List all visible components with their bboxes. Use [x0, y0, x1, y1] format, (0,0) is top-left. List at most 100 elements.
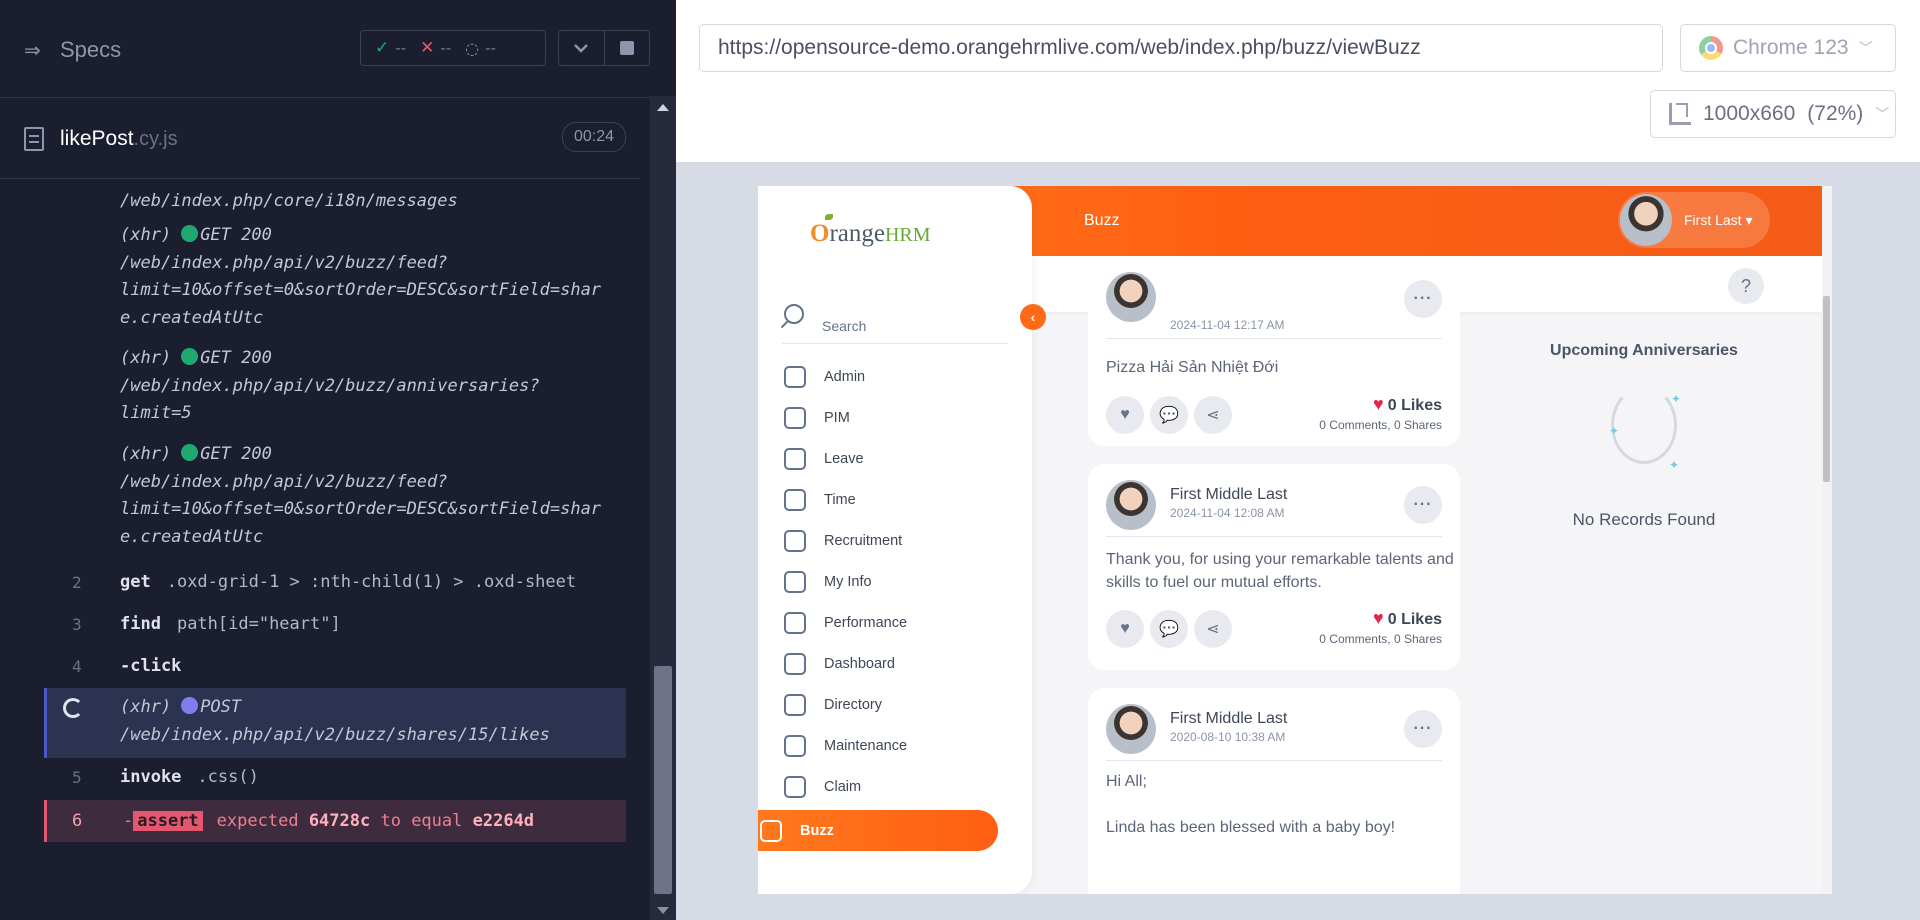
stop-icon — [619, 41, 634, 55]
sparkle-icon: ✦ — [1671, 392, 1682, 406]
viewport-selector[interactable]: 1000x660 (72%) ﹀ — [1650, 90, 1896, 138]
heart-icon: ♥ — [1120, 406, 1130, 423]
share-button[interactable]: ⋖ — [1194, 396, 1232, 434]
check-icon: ✓ — [375, 38, 390, 58]
command-row[interactable]: 2 get .oxd-grid-1 > :nth-child(1) > .oxd… — [44, 562, 626, 602]
xhr-entry[interactable]: (xhr) GET 200 /web/index.php/api/v2/buzz/… — [120, 222, 601, 332]
sidebar-item-recruitment[interactable]: Recruitment — [782, 520, 1032, 561]
sidebar-item-leave[interactable]: Leave — [782, 438, 1032, 479]
heart-icon: ♥ — [1373, 608, 1384, 628]
failed-assert-row[interactable]: 6 - assert expected 64728c to equal e226… — [44, 800, 626, 842]
sidebar-collapse-button[interactable]: ‹ — [1020, 304, 1046, 330]
loading-icon: ◌ — [465, 38, 480, 58]
orangehrm-logo: OrangeHRM — [810, 214, 931, 248]
sidebar-item-directory[interactable]: Directory — [782, 684, 1032, 725]
spec-file-name: likePost.cy.js — [60, 127, 178, 150]
pending-xhr-entry[interactable]: (xhr) POST /web/index.php/api/v2/buzz/sha… — [44, 688, 626, 758]
avatar — [1620, 194, 1672, 246]
claim-icon — [784, 775, 806, 798]
sidebar-item-performance[interactable]: Performance — [782, 602, 1032, 643]
post-card: First Middle Last 2020-08-10 10:38 AM ··… — [1088, 688, 1460, 894]
likes-count: ♥ 0 Likes — [1373, 608, 1442, 628]
sidebar-item-dashboard[interactable]: Dashboard — [782, 643, 1032, 684]
share-button[interactable]: ⋖ — [1194, 610, 1232, 648]
xhr-entry[interactable]: (xhr) GET 200 /web/index.php/api/v2/buzz/… — [120, 441, 601, 551]
wreath-icon — [1611, 386, 1677, 464]
chrome-icon — [1699, 36, 1723, 60]
heart-icon: ♥ — [1120, 620, 1130, 637]
page-title: Buzz — [1084, 212, 1120, 229]
sidebar-item-admin[interactable]: Admin — [782, 356, 1032, 397]
passed-stat: ✓ -- — [375, 38, 407, 58]
status-dot — [181, 444, 199, 461]
comment-button[interactable]: 💬 — [1150, 610, 1188, 648]
search-icon — [784, 304, 804, 324]
command-row[interactable]: 4 -click — [44, 646, 626, 686]
pending-stat: ◌ -- — [465, 38, 496, 58]
sparkle-icon: ✦ — [1609, 424, 1620, 438]
dashboard-icon — [784, 652, 806, 675]
ruler-icon — [1669, 103, 1691, 125]
comment-button[interactable]: 💬 — [1150, 396, 1188, 434]
sidebar-item-time[interactable]: Time — [782, 479, 1032, 520]
more-options-button[interactable]: ··· — [1404, 486, 1442, 524]
chevron-down-icon — [574, 44, 589, 53]
assert-tag: assert — [133, 811, 203, 831]
browser-selector[interactable]: Chrome 123 ﹀ — [1680, 24, 1896, 72]
directory-icon — [784, 693, 806, 716]
xhr-entry[interactable]: (xhr) GET 200 /web/index.php/api/v2/buzz/… — [120, 345, 540, 428]
sidebar-item-my-info[interactable]: My Info — [782, 561, 1032, 602]
status-dot — [181, 348, 199, 365]
command-row[interactable]: 5 invoke .css() — [44, 757, 626, 797]
file-icon — [24, 127, 44, 151]
post-card: 2024-11-04 12:17 AM ··· Pizza Hải Sản Nh… — [1088, 272, 1460, 446]
cypress-reporter: ⇒ Specs ✓ -- ✕ -- ◌ -- likePost.cy.js 00:24… — [0, 0, 676, 920]
more-options-button[interactable]: ··· — [1404, 710, 1442, 748]
sidebar-search[interactable]: Search — [782, 302, 1008, 344]
leave-icon — [784, 447, 806, 470]
spinner-icon — [63, 698, 83, 718]
avatar — [1106, 272, 1156, 322]
chevron-down-icon: ﹀ — [1875, 106, 1890, 122]
buzz-icon — [760, 819, 782, 842]
more-options-button[interactable]: ··· — [1404, 280, 1442, 318]
log-scrollbar[interactable] — [650, 96, 676, 920]
chevron-left-icon: ‹ — [1030, 309, 1036, 325]
scroll-thumb[interactable] — [654, 666, 672, 894]
like-button[interactable]: ♥ — [1106, 610, 1144, 648]
x-icon: ✕ — [420, 38, 435, 58]
chevron-down-icon: ﹀ — [1858, 40, 1873, 56]
sidebar-item-maintenance[interactable]: Maintenance — [782, 725, 1032, 766]
spec-timer: 00:24 — [562, 122, 626, 152]
url-bar[interactable]: https://opensource-demo.orangehrmlive.co… — [699, 24, 1663, 72]
like-button[interactable]: ♥ — [1106, 396, 1144, 434]
spec-file-row: likePost.cy.js — [0, 99, 640, 179]
sidebar-item-pim[interactable]: PIM — [782, 397, 1032, 438]
my-info-icon — [784, 570, 806, 593]
scroll-down-arrow[interactable] — [657, 907, 669, 914]
collapse-button[interactable] — [559, 31, 604, 65]
anniversaries-widget: Upcoming Anniversaries ✦ ✦ ✦ No Records … — [1550, 342, 1738, 529]
scroll-up-arrow[interactable] — [657, 104, 669, 111]
scroll-thumb[interactable] — [1823, 296, 1830, 482]
stop-button[interactable] — [603, 31, 650, 65]
sidebar-item-buzz[interactable]: Buzz — [758, 810, 998, 851]
failed-stat: ✕ -- — [420, 38, 452, 58]
avatar — [1106, 704, 1156, 754]
help-button[interactable]: ? — [1728, 268, 1764, 304]
status-dot — [181, 697, 199, 714]
sidebar-item-claim[interactable]: Claim — [782, 766, 1032, 807]
user-dropdown[interactable]: First Last ▾ — [1618, 192, 1770, 248]
log-entry[interactable]: /web/index.php/core/i18n/messages — [120, 188, 458, 216]
time-icon — [784, 488, 806, 511]
command-row[interactable]: 3 find path[id="heart"] — [44, 604, 626, 644]
runner-controls — [558, 30, 650, 66]
specs-menu-icon[interactable]: ⇒ — [24, 38, 48, 62]
post-card: First Middle Last 2024-11-04 12:08 AM ··… — [1088, 464, 1460, 670]
specs-label[interactable]: Specs — [60, 37, 121, 63]
pim-icon — [784, 406, 806, 429]
comment-icon: 💬 — [1159, 407, 1179, 424]
avatar — [1106, 480, 1156, 530]
app-scrollbar[interactable] — [1822, 186, 1832, 894]
leaf-icon — [825, 214, 833, 220]
